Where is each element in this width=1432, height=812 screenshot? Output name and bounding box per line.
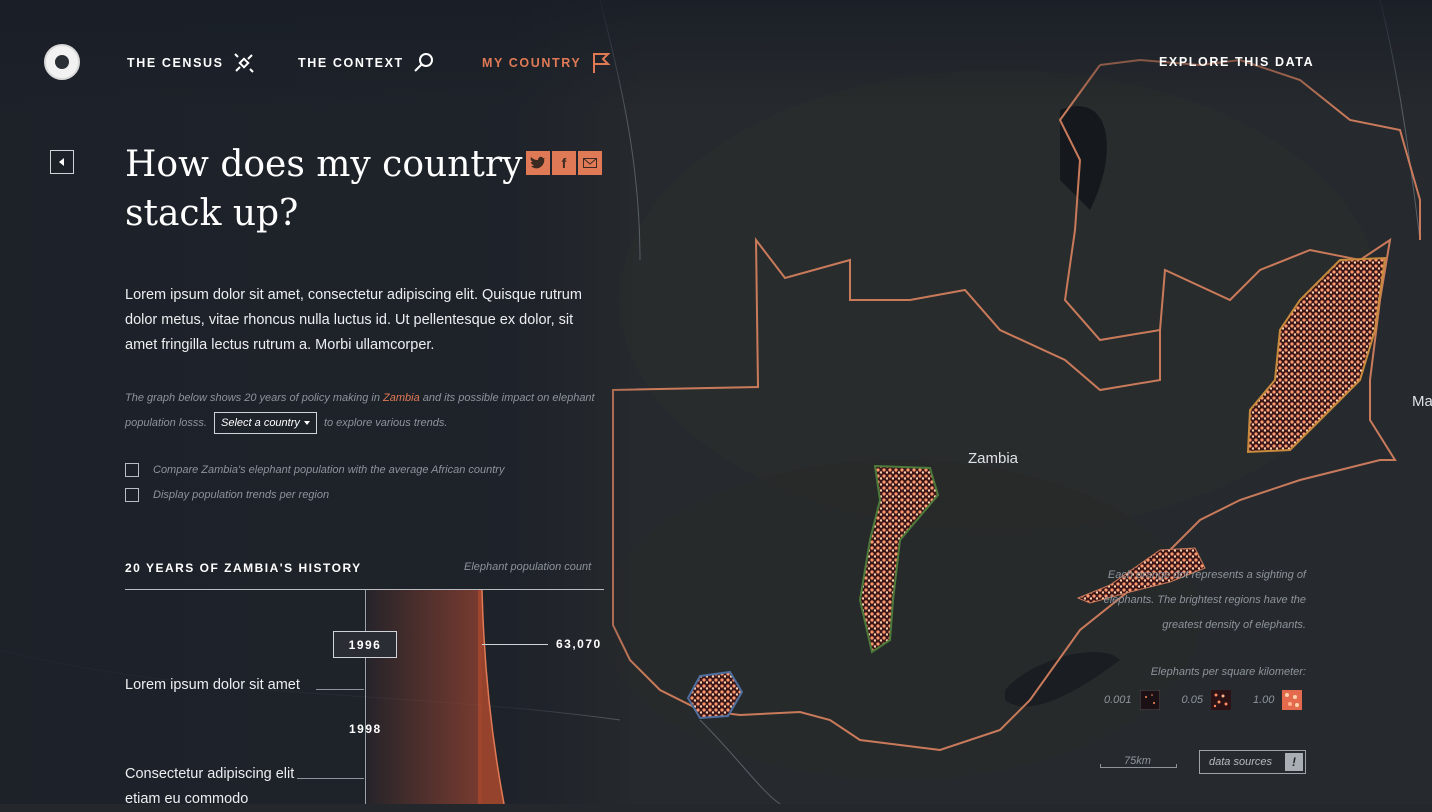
nav-the-context[interactable]: THE CONTEXT (298, 51, 436, 75)
legend-description: Each orange dot represents a sighting of… (1103, 569, 1306, 631)
population-value: 63,070 (556, 637, 602, 651)
event-connector (316, 689, 364, 690)
email-icon (583, 158, 597, 168)
graph-note: The graph below shows 20 years of policy… (125, 386, 605, 436)
compare-checkbox[interactable] (125, 463, 139, 477)
country-link[interactable]: Zambia (383, 392, 420, 404)
regions-checkbox-row[interactable]: Display population trends per region (125, 488, 329, 502)
explore-data-link[interactable]: EXPLORE THIS DATA (1159, 55, 1314, 69)
satellite-icon (233, 53, 254, 73)
flag-icon (593, 53, 611, 73)
twitter-share-button[interactable] (526, 151, 550, 175)
legend-swatch-mid (1210, 690, 1231, 710)
population-area (367, 590, 482, 804)
logo[interactable] (44, 44, 80, 80)
nav-census-label: THE CENSUS (127, 56, 224, 70)
legend-title: Elephants per square kilometer: (1150, 666, 1306, 678)
history-title: 20 YEARS OF ZAMBIA'S HISTORY (125, 561, 362, 575)
density-legend: 0.001 0.05 1.00 (1104, 690, 1303, 710)
country-select[interactable]: Select a country (214, 412, 317, 434)
event-connector (297, 778, 364, 779)
regions-checkbox[interactable] (125, 488, 139, 502)
country-select-label: Select a country (221, 417, 300, 429)
population-connector (482, 644, 548, 645)
regions-checkbox-label: Display population trends per region (153, 489, 330, 501)
back-button[interactable] (50, 150, 74, 174)
legend-level-mid: 0.05 (1181, 694, 1203, 706)
share-buttons: f (526, 151, 602, 175)
email-share-button[interactable] (578, 151, 602, 175)
nav-the-census[interactable]: THE CENSUS (127, 51, 256, 75)
data-sources-label: data sources (1209, 756, 1272, 768)
magnifier-icon (414, 53, 433, 72)
scale-bar (1100, 764, 1177, 768)
note-text-after: to explore various trends. (320, 417, 448, 429)
nav-context-label: THE CONTEXT (298, 56, 404, 70)
neighbor-map-label: Ma (1412, 393, 1432, 410)
timeline-event: Lorem ipsum dolor sit amet (125, 677, 300, 693)
info-icon: ! (1285, 753, 1303, 771)
legend-level-low: 0.001 (1104, 694, 1132, 706)
caret-down-icon (303, 421, 310, 426)
note-text-before: The graph below shows 20 years of policy… (125, 392, 384, 404)
facebook-share-button[interactable]: f (552, 151, 576, 175)
legend-swatch-low (1139, 690, 1160, 710)
twitter-icon (530, 156, 546, 169)
compare-checkbox-row[interactable]: Compare Zambia's elephant population wit… (125, 463, 504, 477)
data-sources-button[interactable]: data sources ! (1199, 750, 1306, 774)
facebook-icon: f (561, 155, 567, 171)
intro-paragraph: Lorem ipsum dolor sit amet, consectetur … (125, 287, 582, 353)
timeline-axis (365, 590, 366, 804)
selected-year[interactable]: 1996 (333, 631, 397, 658)
year-label: 1998 (349, 722, 382, 736)
timeline-event: Consectetur adipiscing elit etiam eu com… (125, 766, 295, 807)
history-subtitle: Elephant population count (464, 561, 592, 573)
compare-checkbox-label: Compare Zambia's elephant population wit… (153, 464, 505, 476)
page-title: How does my country stack up? (125, 144, 523, 234)
legend-level-high: 1.00 (1252, 694, 1275, 706)
nav-my-country[interactable]: MY COUNTRY (482, 51, 613, 75)
legend-swatch-high (1282, 690, 1303, 710)
population-area-edge (478, 590, 505, 804)
nav-country-label: MY COUNTRY (482, 56, 582, 70)
country-map-label: Zambia (968, 450, 1019, 467)
